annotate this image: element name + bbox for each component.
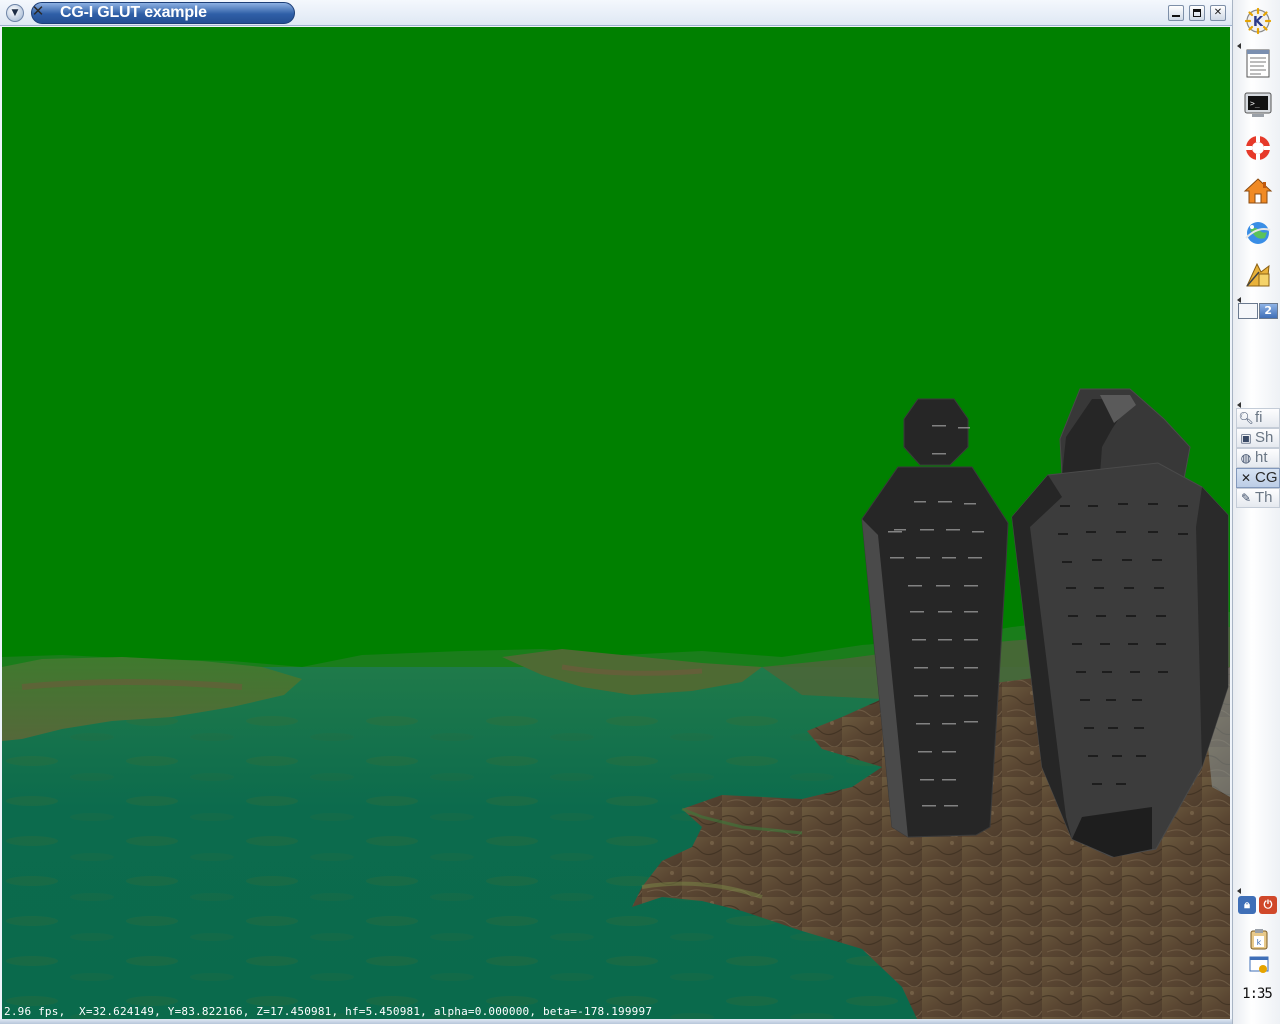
close-icon: ✕ xyxy=(1213,7,1223,18)
web-browser-launcher[interactable] xyxy=(1241,216,1275,250)
side-panel: K >_ 2 🔍︎ fi ▣ Sh ◍ ht ✕ CG ✎ Th 🔒︎ ⏻ k xyxy=(1232,0,1280,1024)
desktop-1[interactable] xyxy=(1238,303,1258,319)
minimize-icon xyxy=(1172,15,1180,17)
scene-render xyxy=(2,27,1230,1019)
monitor-icon: ▣ xyxy=(1240,431,1252,445)
help-lifebuoy-icon xyxy=(1246,136,1270,160)
minimize-button[interactable] xyxy=(1168,5,1184,21)
panel-clock[interactable]: 1:35 xyxy=(1236,986,1278,1002)
task-browser[interactable]: ◍ ht xyxy=(1236,448,1280,468)
home-launcher[interactable] xyxy=(1241,174,1275,208)
close-button[interactable]: ✕ xyxy=(1210,5,1226,21)
maximize-icon xyxy=(1193,9,1201,17)
window-bottom-border[interactable] xyxy=(0,1019,1232,1024)
terminal-launcher[interactable]: >_ xyxy=(1241,88,1275,122)
window-menu-button[interactable]: ▼ xyxy=(6,4,24,22)
window-title-pill[interactable]: CG-I GLUT example xyxy=(31,2,295,24)
text-editor-launcher[interactable] xyxy=(1241,46,1275,80)
kmenu-icon: K xyxy=(1244,7,1272,35)
lock-icon: 🔒︎ xyxy=(1244,898,1250,911)
update-tray[interactable] xyxy=(1248,954,1270,976)
klipper-tray[interactable]: k xyxy=(1248,928,1270,950)
task-shell[interactable]: ▣ Sh xyxy=(1236,428,1280,448)
globe-icon: ◍ xyxy=(1240,451,1252,465)
update-icon xyxy=(1249,956,1269,973)
clipboard-icon: k xyxy=(1250,929,1268,950)
kmenu-button[interactable]: K xyxy=(1241,4,1275,38)
svg-text:>_: >_ xyxy=(1250,99,1260,108)
task-cg-glut[interactable]: ✕ CG xyxy=(1236,468,1280,488)
terminal-icon: >_ xyxy=(1244,92,1272,117)
task-label: Th xyxy=(1255,489,1273,506)
gimp-icon: ✎ xyxy=(1240,491,1252,505)
lock-button[interactable]: 🔒︎ xyxy=(1238,896,1256,914)
search-icon: 🔍︎ xyxy=(1238,411,1254,425)
home-folder-icon xyxy=(1243,178,1273,204)
task-find[interactable]: 🔍︎ fi xyxy=(1236,408,1280,428)
control-center-launcher[interactable] xyxy=(1241,258,1275,292)
app-window: ▼ CG-I GLUT example ✕ ✕ 2.96 fps, X=32.6… xyxy=(0,0,1232,1024)
title-bar[interactable]: ▼ CG-I GLUT example ✕ ✕ xyxy=(0,0,1232,26)
hud-status-text: 2.96 fps, X=32.624149, Y=83.822166, Z=17… xyxy=(4,1005,653,1018)
window-title: CG-I GLUT example xyxy=(60,4,207,21)
taskbar: 🔍︎ fi ▣ Sh ◍ ht ✕ CG ✎ Th xyxy=(1236,408,1280,508)
task-gimp[interactable]: ✎ Th xyxy=(1236,488,1280,508)
task-label: ht xyxy=(1255,449,1268,466)
desktop-pager: 2 xyxy=(1238,303,1278,319)
task-label: Sh xyxy=(1255,429,1274,446)
power-icon: ⏻ xyxy=(1263,898,1273,911)
svg-text:k: k xyxy=(1257,938,1262,947)
task-label: CG xyxy=(1255,469,1278,486)
x-icon: ✕ xyxy=(31,2,45,20)
web-browser-icon xyxy=(1245,222,1271,244)
panel-arrow-icon[interactable] xyxy=(1237,888,1241,894)
control-center-icon xyxy=(1246,262,1270,287)
gl-viewport[interactable]: 2.96 fps, X=32.624149, Y=83.822166, Z=17… xyxy=(2,27,1230,1019)
x-icon: ✕ xyxy=(1240,471,1252,485)
desktop-2[interactable]: 2 xyxy=(1258,303,1278,319)
task-label: fi xyxy=(1255,409,1263,426)
help-launcher[interactable] xyxy=(1241,131,1275,165)
maximize-button[interactable] xyxy=(1189,5,1205,21)
logout-button[interactable]: ⏻ xyxy=(1259,896,1277,914)
svg-text:K: K xyxy=(1253,15,1264,30)
text-editor-icon xyxy=(1246,49,1270,78)
chevron-down-icon: ▼ xyxy=(11,7,19,18)
